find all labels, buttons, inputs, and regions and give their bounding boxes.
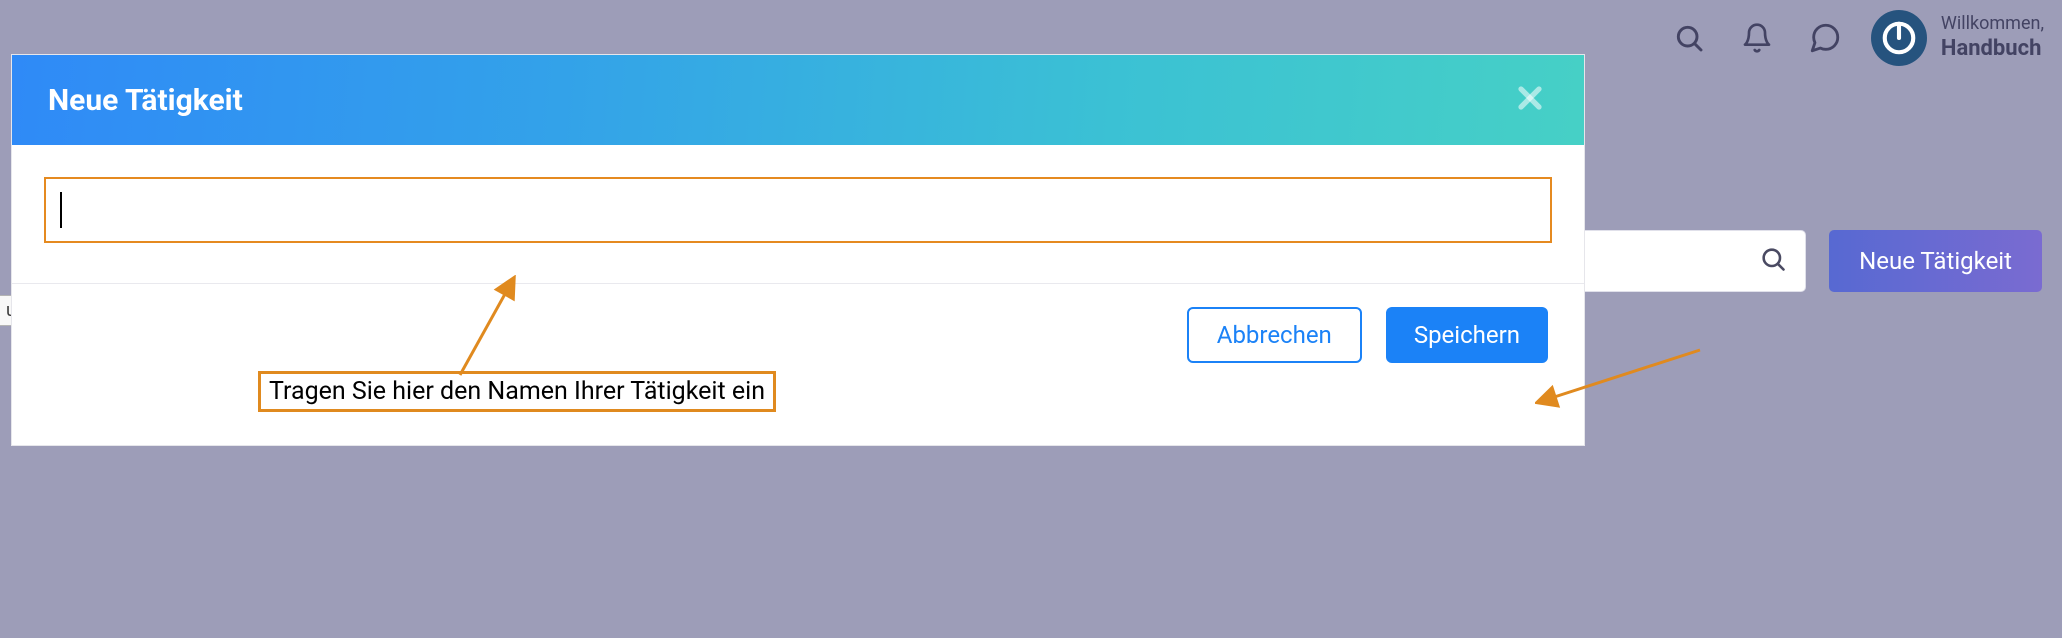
new-activity-modal: Neue Tätigkeit Abbrechen Speichern bbox=[12, 55, 1584, 445]
close-icon[interactable] bbox=[1512, 80, 1548, 120]
modal-body bbox=[12, 145, 1584, 283]
modal-footer: Abbrechen Speichern bbox=[12, 283, 1584, 385]
bell-icon[interactable] bbox=[1735, 16, 1779, 60]
user-menu[interactable]: Willkommen, Handbuch bbox=[1871, 10, 2044, 66]
welcome-text: Willkommen, Handbuch bbox=[1941, 13, 2044, 63]
new-activity-button[interactable]: Neue Tätigkeit bbox=[1829, 230, 2042, 292]
annotation-hint: Tragen Sie hier den Namen Ihrer Tätigkei… bbox=[258, 371, 776, 412]
search-icon bbox=[1759, 245, 1787, 277]
activity-name-field[interactable] bbox=[62, 198, 1537, 223]
activity-name-input[interactable] bbox=[44, 177, 1552, 243]
search-icon[interactable] bbox=[1667, 16, 1711, 60]
modal-title: Neue Tätigkeit bbox=[48, 83, 243, 118]
avatar bbox=[1871, 10, 1927, 66]
new-activity-button-label: Neue Tätigkeit bbox=[1859, 247, 2012, 275]
chat-icon[interactable] bbox=[1803, 16, 1847, 60]
modal-header: Neue Tätigkeit bbox=[12, 55, 1584, 145]
save-button[interactable]: Speichern bbox=[1386, 307, 1548, 363]
welcome-user-name: Handbuch bbox=[1941, 35, 2044, 63]
welcome-label: Willkommen, bbox=[1941, 13, 2044, 36]
cancel-button-label: Abbrechen bbox=[1217, 321, 1332, 349]
save-button-label: Speichern bbox=[1414, 321, 1520, 349]
cancel-button[interactable]: Abbrechen bbox=[1187, 307, 1362, 363]
